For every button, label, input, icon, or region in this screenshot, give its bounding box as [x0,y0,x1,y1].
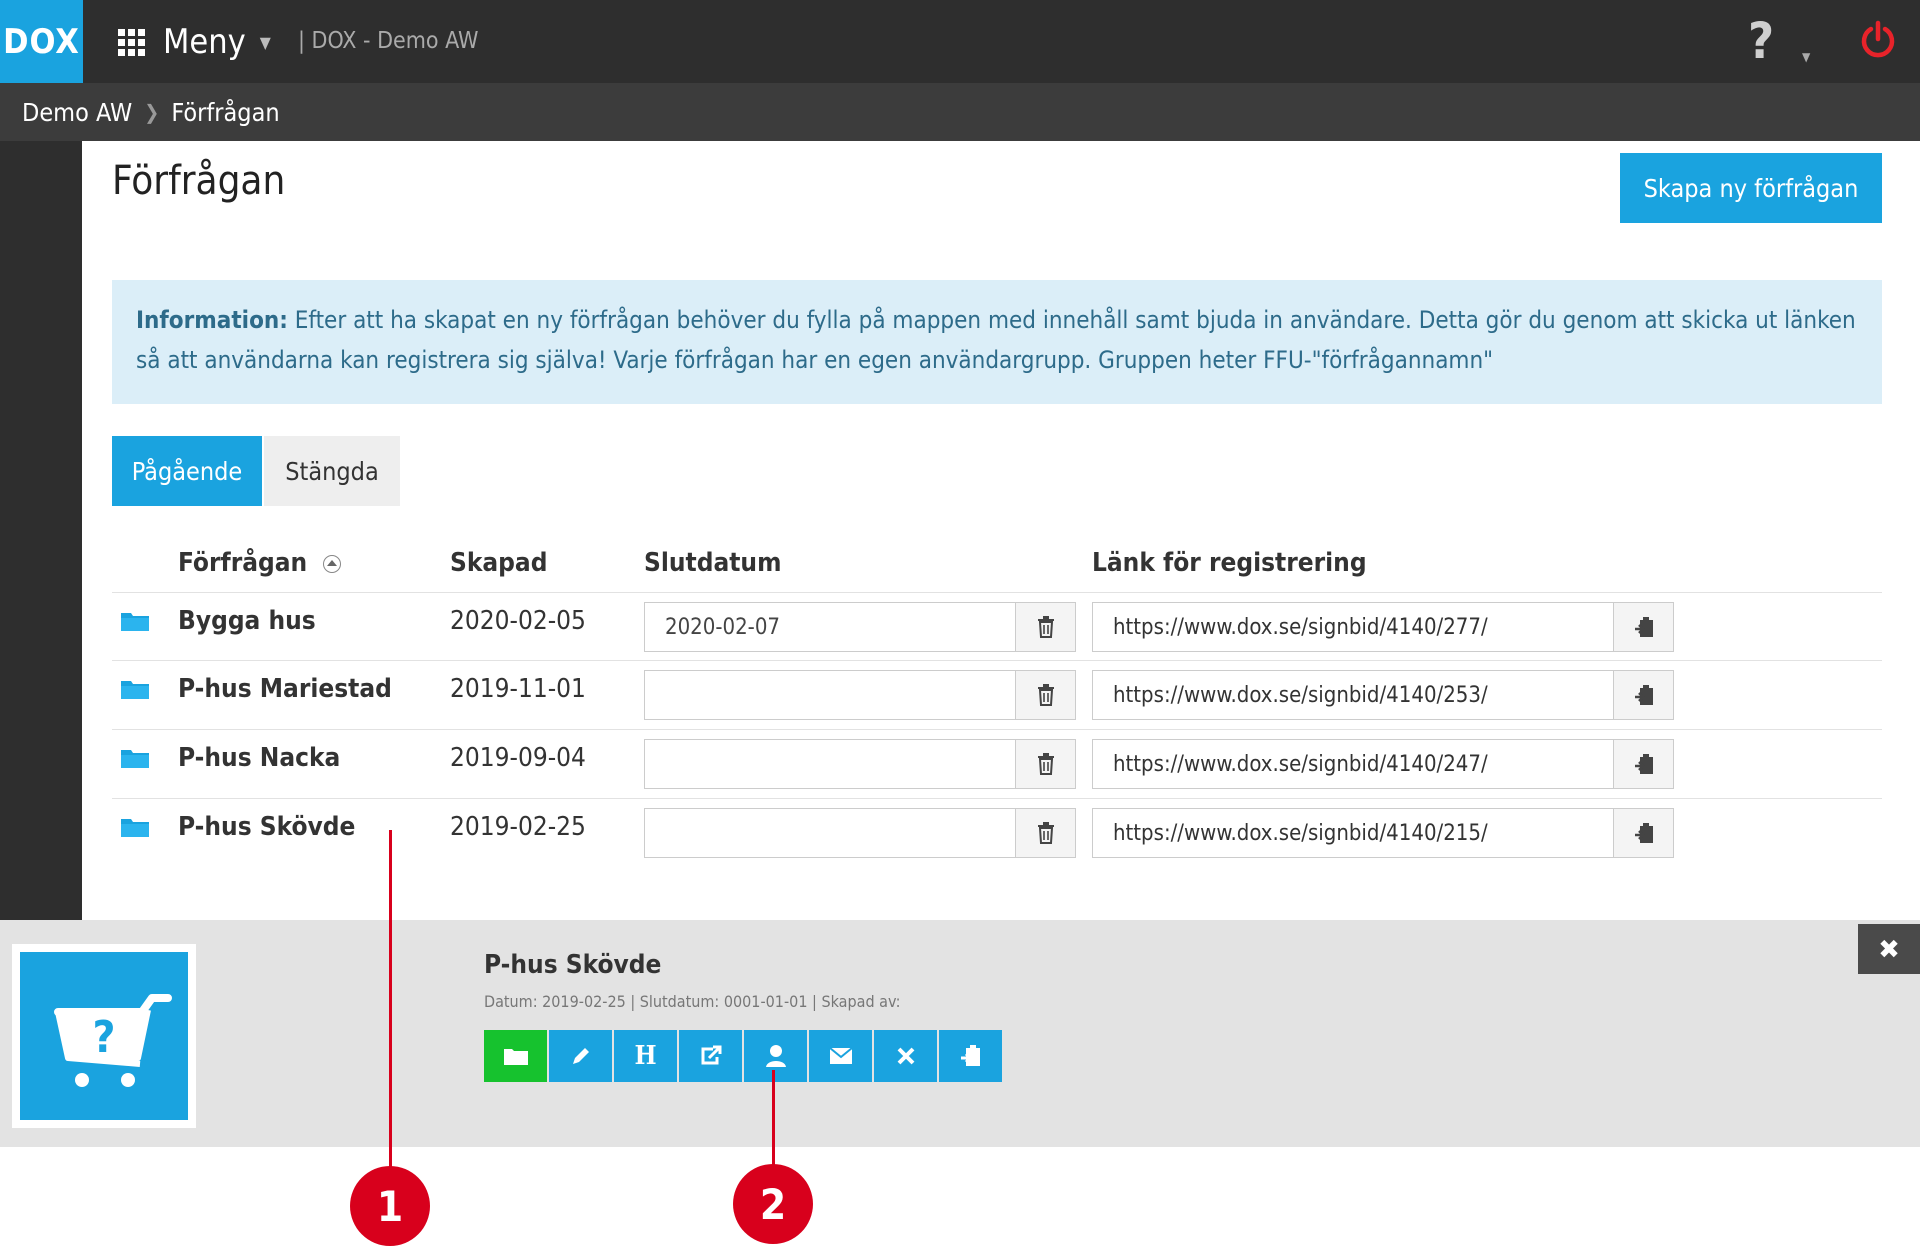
close-icon [897,1047,914,1065]
share-icon [701,1045,721,1065]
registration-link-input[interactable]: https://www.dox.se/signbid/4140/215/ [1092,808,1614,858]
cart-icon-tile: ? [20,952,188,1120]
callout-badge-1: 1 [350,1166,430,1246]
user-icon [765,1045,786,1067]
svg-text:?: ? [93,1012,116,1063]
copy-link-button[interactable] [1614,602,1674,652]
table-row[interactable]: P-hus Skövde 2019-02-25 https://www.dox.se… [112,800,1882,868]
trash-icon [1037,822,1054,844]
table-row[interactable]: Bygga hus 2020-02-05 2020-02-07 https://www… [112,594,1882,662]
clear-date-button[interactable] [1016,670,1076,720]
request-name[interactable]: P-hus Nacka [178,743,340,773]
edit-button[interactable] [549,1030,612,1082]
close-request-button[interactable] [874,1030,937,1082]
request-name[interactable]: P-hus Skövde [178,812,355,842]
app-title: | DOX - Demo AW [298,28,479,54]
email-button[interactable] [809,1030,872,1082]
end-date-input[interactable] [644,739,1016,789]
dox-logo[interactable]: DOX [0,0,83,83]
row-divider [112,592,1882,593]
open-folder-button[interactable] [484,1030,547,1082]
callout-badge-2: 2 [733,1164,813,1244]
trash-icon [1037,684,1054,706]
table-row[interactable]: P-hus Nacka 2019-09-04 https://www.dox.se/… [112,731,1882,799]
end-date-input[interactable]: 2020-02-07 [644,602,1016,652]
request-name[interactable]: P-hus Mariestad [178,674,392,704]
created-date: 2020-02-05 [450,606,586,636]
column-header-name-label: Förfrågan [178,548,308,578]
clear-date-button[interactable] [1016,808,1076,858]
registration-link-input[interactable]: https://www.dox.se/signbid/4140/247/ [1092,739,1614,789]
column-header-end-date[interactable]: Slutdatum [644,548,781,578]
trash-icon [1037,616,1054,638]
clipboard-icon [960,1045,980,1066]
tab-ongoing[interactable]: Pågående [112,436,262,506]
registration-link-input[interactable]: https://www.dox.se/signbid/4140/253/ [1092,670,1614,720]
share-button[interactable] [679,1030,742,1082]
trash-icon [1037,753,1054,775]
history-button[interactable]: H [614,1030,677,1082]
clipboard-icon [1634,823,1653,843]
pencil-icon [572,1048,589,1064]
breadcrumb: Demo AW ❯ Förfrågan [0,83,1920,141]
clear-date-button[interactable] [1016,739,1076,789]
folder-icon [121,681,149,699]
detail-meta: Datum: 2019-02-25 | Slutdatum: 0001-01-0… [484,992,901,1011]
tab-closed[interactable]: Stängda [264,436,400,506]
folder-icon [121,613,149,631]
clear-date-button[interactable] [1016,602,1076,652]
clipboard-icon [1634,617,1653,637]
envelope-icon [828,1047,853,1064]
end-date-input[interactable] [644,808,1016,858]
clipboard-icon [1634,685,1653,705]
h-icon: H [634,1041,657,1071]
chevron-down-icon[interactable]: ▼ [1802,50,1810,64]
users-button[interactable] [744,1030,807,1082]
callout-line-2 [772,1070,775,1166]
chevron-down-icon: ▼ [259,32,271,52]
created-date: 2019-09-04 [450,743,586,773]
end-date-input[interactable] [644,670,1016,720]
breadcrumb-item-current: Förfrågan [171,97,280,127]
created-date: 2019-11-01 [450,674,586,704]
menu-button[interactable]: Meny ▼ [118,18,271,66]
column-header-name[interactable]: Förfrågan [178,548,342,578]
folder-icon [121,750,149,768]
info-text: Efter att ha skapat en ny förfrågan behö… [136,306,1856,374]
request-name[interactable]: Bygga hus [178,606,316,636]
create-request-button[interactable]: Skapa ny förfrågan [1620,153,1882,223]
clipboard-icon [1634,754,1653,774]
action-toolbar: H [484,1030,1002,1082]
chevron-right-icon: ❯ [144,100,160,124]
column-header-link[interactable]: Länk för registrering [1092,548,1367,578]
page-title: Förfrågan [112,158,286,204]
grid-icon [118,28,145,56]
table-row[interactable]: P-hus Mariestad 2019-11-01 https://www.dox… [112,662,1882,730]
copy-link-button[interactable] [1614,670,1674,720]
callout-line-1 [389,830,392,1170]
info-alert: Information: Efter att ha skapat en ny f… [112,280,1882,404]
logo-text: DOX [3,21,80,62]
folder-icon [121,819,149,837]
power-icon[interactable] [1858,20,1898,60]
side-strip [0,141,82,920]
folder-icon [503,1049,528,1065]
registration-link-input[interactable]: https://www.dox.se/signbid/4140/277/ [1092,602,1614,652]
copy-link-button[interactable] [1614,739,1674,789]
created-date: 2019-02-25 [450,812,586,842]
breadcrumb-item-home[interactable]: Demo AW [22,98,132,127]
detail-title: P-hus Skövde [484,950,662,980]
close-panel-button[interactable]: ✖ [1858,924,1920,974]
menu-label: Meny [163,22,246,62]
copy-link-button[interactable] [1614,808,1674,858]
info-label: Information: [136,306,288,334]
sort-asc-icon [323,554,342,573]
help-icon[interactable]: ? [1748,12,1774,70]
copy-link-button[interactable] [939,1030,1002,1082]
top-bar [0,0,1920,83]
column-header-created[interactable]: Skapad [450,548,547,578]
shopping-cart-question-icon: ? [54,994,172,1087]
